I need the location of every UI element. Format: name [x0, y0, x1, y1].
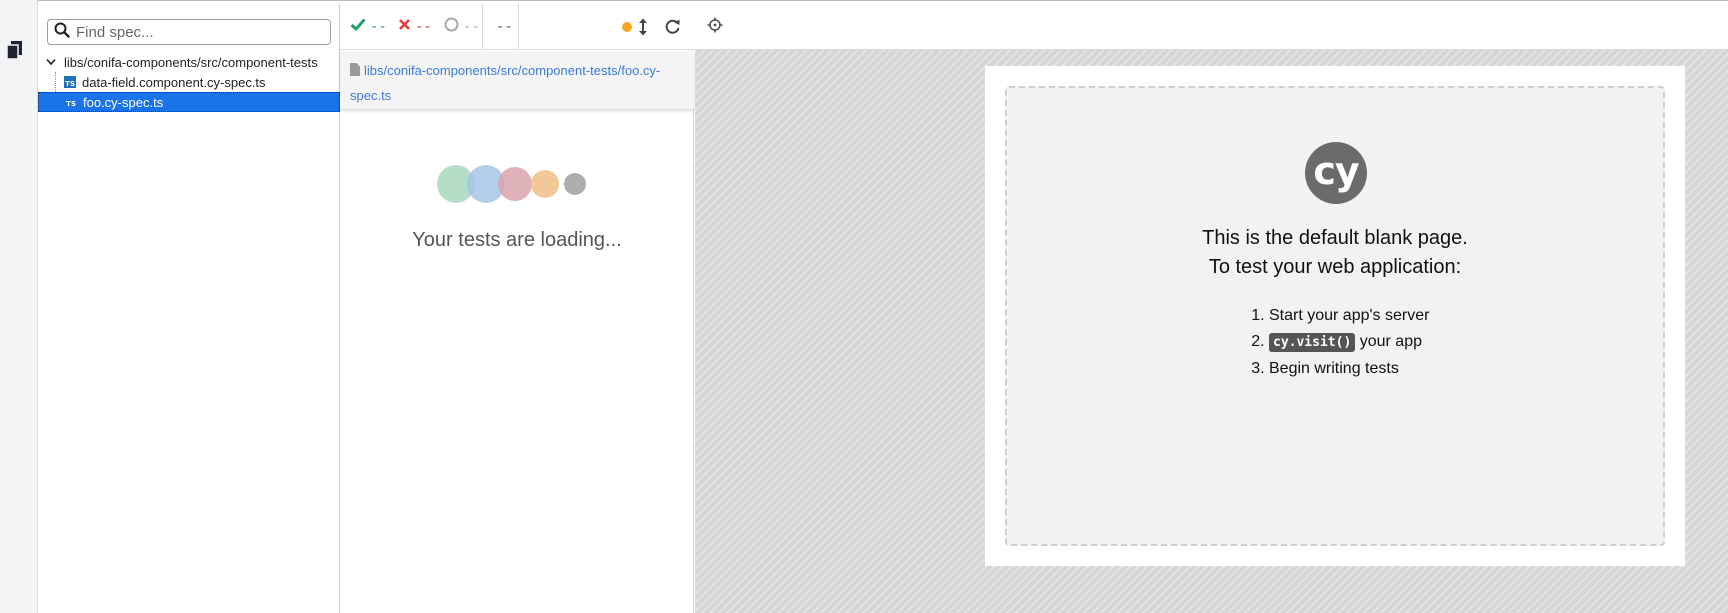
file-icon — [350, 60, 360, 84]
heading-line-1: This is the default blank page. — [1202, 227, 1468, 249]
selector-playground-button[interactable] — [704, 16, 726, 38]
loader-dot — [564, 173, 586, 195]
spec-path-header: libs/conifa-components/src/component-tes… — [340, 51, 694, 109]
reporter-panel: -- -- -- -- libs/conifa-components/src/c… — [340, 4, 694, 613]
blank-page-heading: This is the default blank page. To test … — [1007, 224, 1663, 282]
spec-search-box[interactable] — [47, 19, 331, 45]
spec-search-input[interactable] — [76, 23, 316, 41]
spec-tree: libs/conifa-components/src/component-tes… — [38, 52, 340, 112]
passed-value: -- — [370, 18, 387, 35]
spec-path-link[interactable]: libs/conifa-components/src/component-tes… — [350, 63, 660, 103]
cypress-logo: cy — [1305, 142, 1367, 204]
visit-code: cy.visit() — [1269, 333, 1356, 352]
spec-file-label: foo.cy-spec.ts — [83, 94, 164, 110]
circle-notch-icon — [444, 17, 459, 36]
passed-count[interactable]: -- — [350, 18, 387, 35]
running-status-dot — [622, 22, 632, 32]
pending-value: -- — [463, 18, 480, 35]
loader-dot — [498, 167, 532, 201]
nav-rail — [0, 0, 38, 613]
redo-icon — [664, 19, 681, 39]
typescript-file-icon: TS — [66, 100, 76, 108]
specs-nav-button[interactable] — [4, 40, 26, 65]
step-item: Start your app's server — [1269, 303, 1429, 329]
step-item: Begin writing tests — [1269, 356, 1429, 382]
crosshairs-icon — [707, 17, 723, 38]
loading-message: Your tests are loading... — [412, 229, 622, 251]
check-icon — [350, 18, 366, 35]
stats-divider — [482, 4, 483, 50]
x-icon — [398, 18, 411, 35]
pending-count[interactable]: -- — [444, 17, 480, 36]
rerun-button[interactable] — [664, 18, 681, 40]
reporter-stats-bar: -- -- -- -- — [340, 4, 694, 50]
step-text: your app — [1359, 333, 1422, 350]
spec-file-item-selected[interactable]: TS foo.cy-spec.ts — [38, 92, 340, 112]
duration-value: -- — [496, 18, 513, 35]
step-text: Start your app's server — [1269, 307, 1430, 324]
aut-iframe: cy This is the default blank page. To te… — [985, 66, 1685, 566]
spec-file-label: data-field.component.cy-spec.ts — [82, 74, 266, 90]
failed-value: -- — [415, 18, 432, 35]
stats-divider — [518, 4, 519, 50]
step-item: cy.visit() your app — [1269, 329, 1429, 356]
spec-folder-label: libs/conifa-components/src/component-tes… — [64, 54, 318, 70]
steps-list: Start your app's server cy.visit() your … — [1249, 303, 1429, 382]
arrows-vertical-icon — [638, 18, 648, 40]
step-text: Begin writing tests — [1269, 360, 1399, 377]
loading-dots — [340, 164, 694, 204]
spec-file-item[interactable]: TS data-field.component.cy-spec.ts — [38, 72, 340, 92]
loader-dot — [531, 170, 559, 198]
chevron-down-icon — [46, 58, 58, 66]
failed-count[interactable]: -- — [398, 18, 432, 35]
default-blank-page: cy This is the default blank page. To te… — [1005, 86, 1665, 546]
autoscroll-toggle[interactable] — [638, 18, 648, 41]
typescript-file-icon: TS — [64, 76, 76, 88]
specs-list-panel: libs/conifa-components/src/component-tes… — [38, 4, 340, 613]
spec-folder[interactable]: libs/conifa-components/src/component-tes… — [38, 52, 340, 72]
heading-line-2: To test your web application: — [1208, 256, 1462, 278]
copy-files-icon — [6, 40, 24, 65]
search-icon — [54, 22, 70, 43]
aut-header — [694, 4, 1728, 50]
tree-guide-line — [55, 72, 56, 92]
